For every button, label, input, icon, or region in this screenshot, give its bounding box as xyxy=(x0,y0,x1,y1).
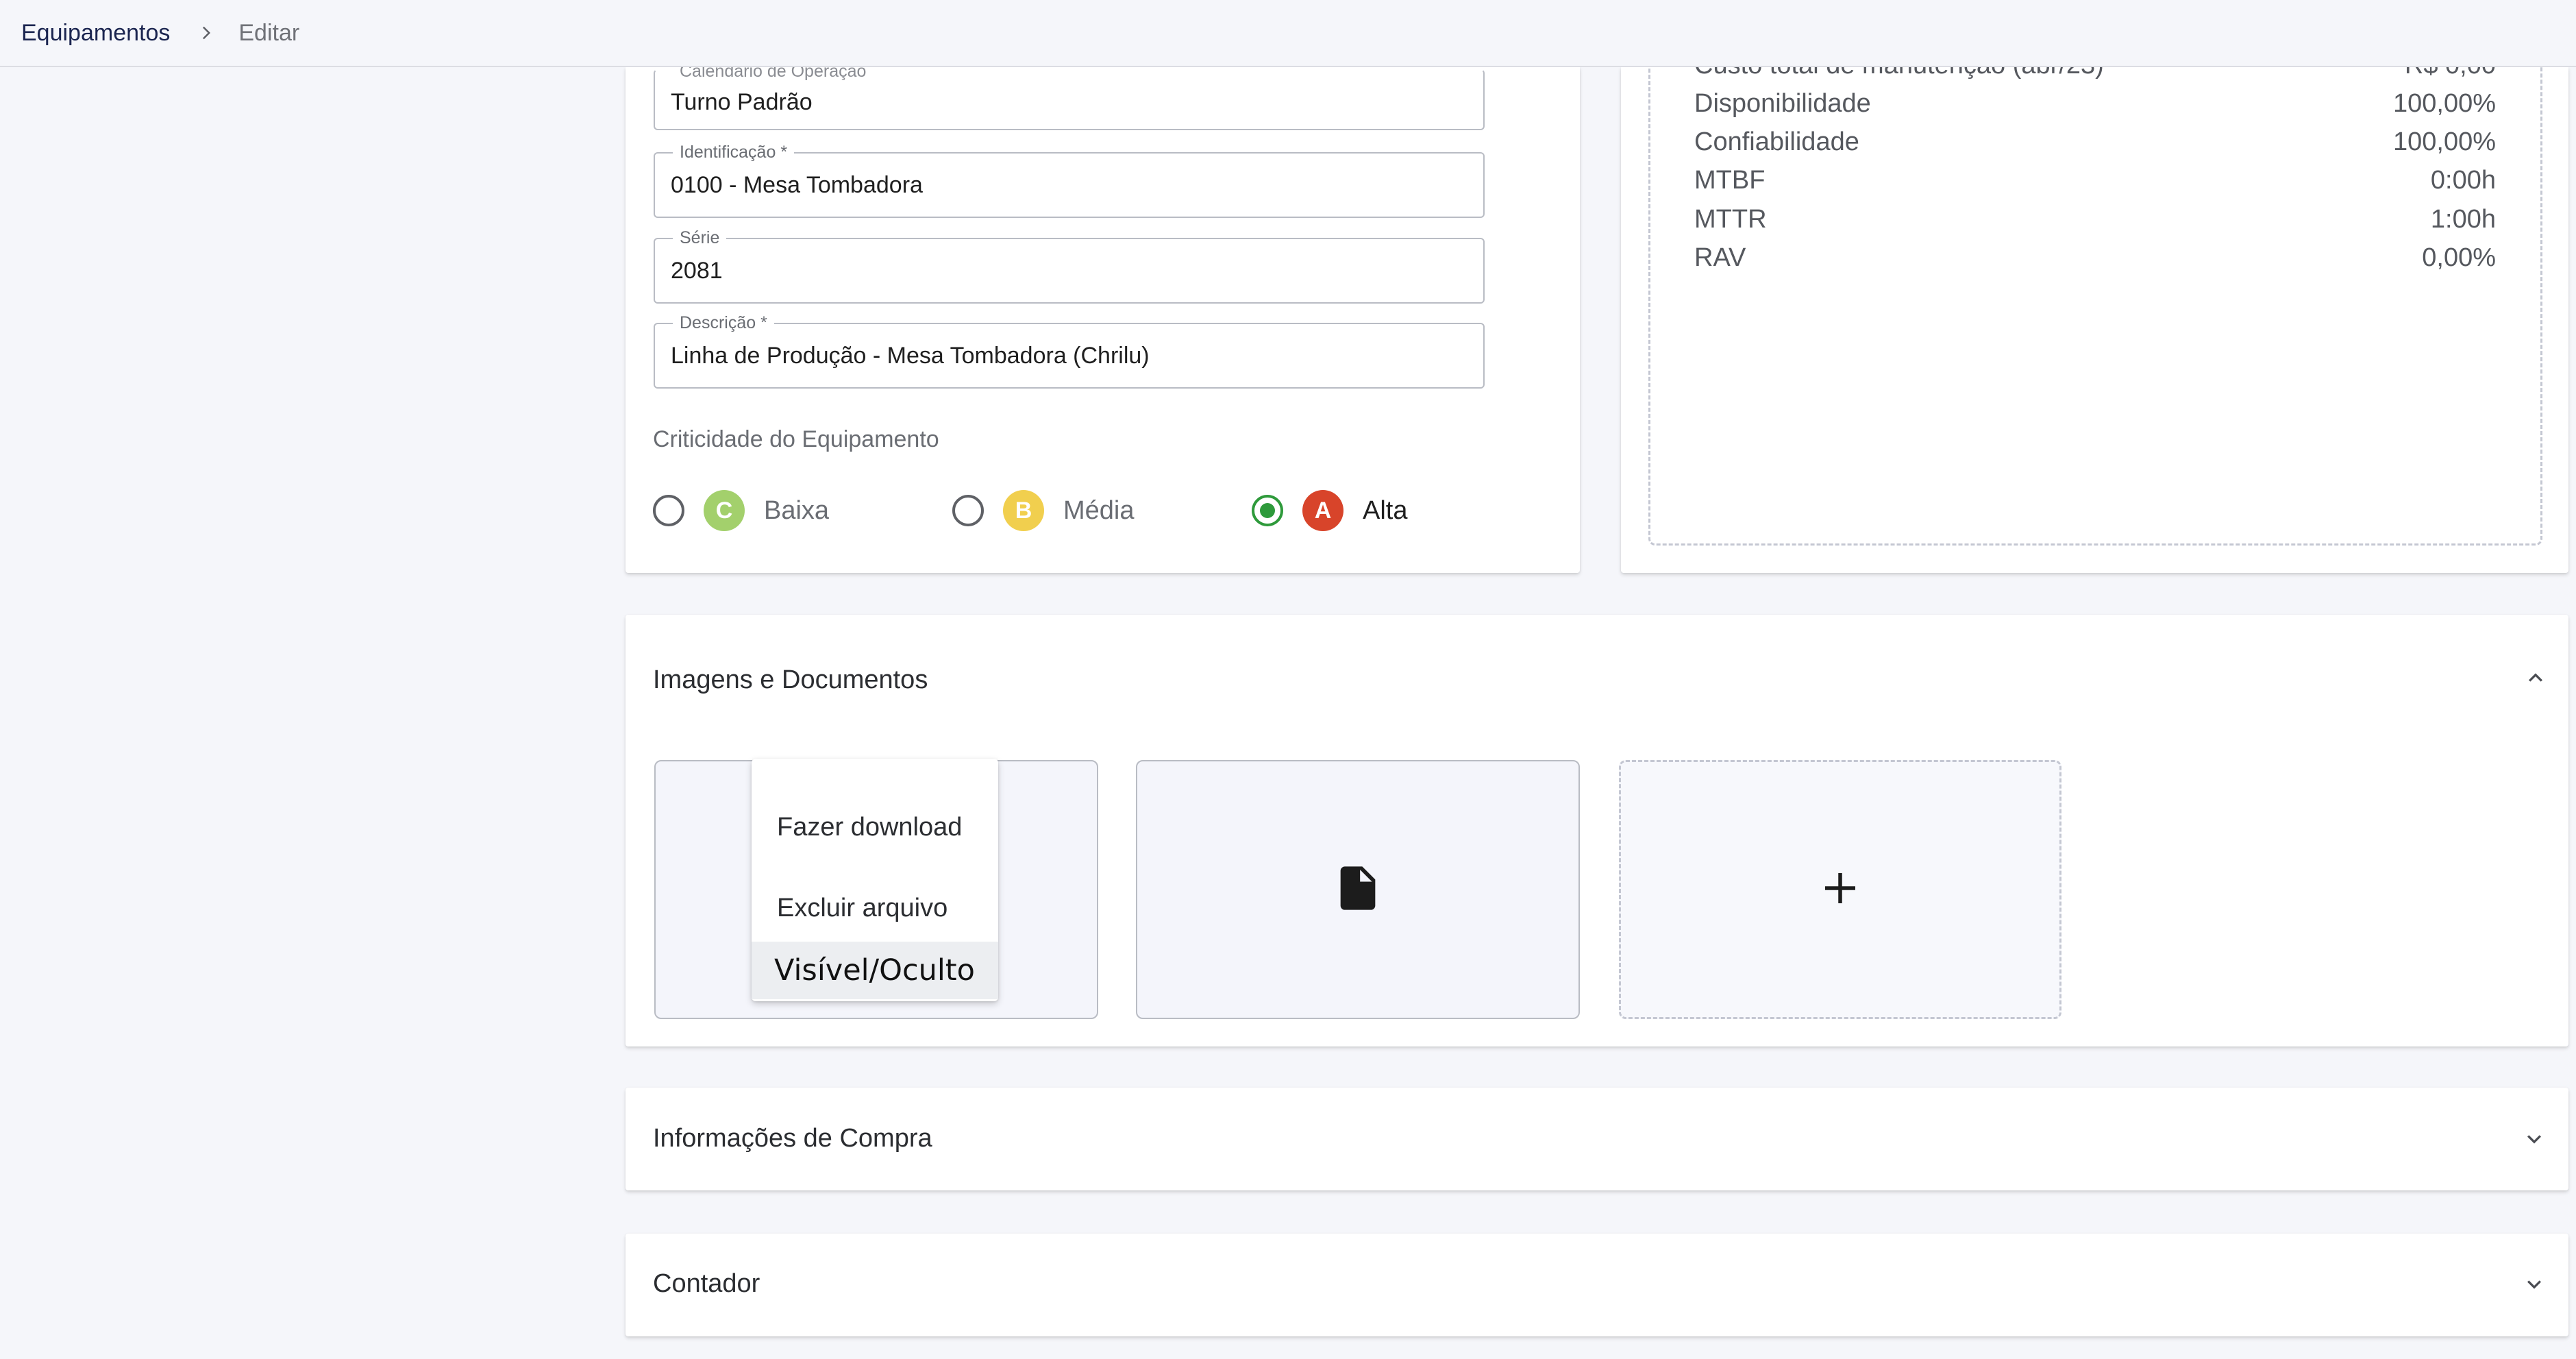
equipment-form-card: Calendário de Operação Turno Padrão Iden… xyxy=(626,61,1580,573)
criticidade-radio-group: C Baixa B Média A Alta xyxy=(653,490,1544,531)
descricao-value: Linha de Produção - Mesa Tombadora (Chri… xyxy=(671,343,1150,369)
breadcrumb-editar: Editar xyxy=(238,19,300,46)
menu-item-download[interactable]: Fazer download xyxy=(752,796,998,858)
kpi-label: RAV xyxy=(1694,243,1746,272)
identificacao-value: 0100 - Mesa Tombadora xyxy=(671,172,923,198)
calendario-field[interactable]: Calendário de Operação Turno Padrão xyxy=(654,61,1485,130)
criticidade-a-badge: A xyxy=(1302,490,1343,531)
kpi-label: Custo total de manutenção (abr/23) xyxy=(1694,67,2104,80)
serie-value: 2081 xyxy=(671,258,723,284)
contador-section-title[interactable]: Contador xyxy=(653,1269,760,1299)
kpi-row-confiabilidade: Confiabilidade 100,00% xyxy=(1694,125,2496,159)
kpi-card: Custo total de manutenção (abr/23) R$ 0,… xyxy=(1621,67,2568,573)
breadcrumb: Equipamentos Editar xyxy=(0,0,2576,67)
compra-section[interactable]: Informações de Compra xyxy=(626,1088,2568,1190)
criticidade-baixa-radio[interactable]: C Baixa xyxy=(653,490,829,531)
criticidade-b-badge: B xyxy=(1003,490,1044,531)
identificacao-field[interactable]: Identificação * 0100 - Mesa Tombadora xyxy=(654,142,1485,218)
kpi-value: R$ 0,00 xyxy=(2405,67,2496,80)
chevron-down-icon[interactable] xyxy=(2521,1125,2548,1153)
criticidade-media-label: Média xyxy=(1063,495,1135,525)
descricao-field[interactable]: Descrição * Linha de Produção - Mesa Tom… xyxy=(654,313,1485,389)
radio-unchecked-icon[interactable] xyxy=(952,495,984,526)
criticidade-alta-radio[interactable]: A Alta xyxy=(1252,490,1407,531)
kpi-row-custo: Custo total de manutenção (abr/23) R$ 0,… xyxy=(1694,67,2496,82)
breadcrumb-equipamentos-link[interactable]: Equipamentos xyxy=(21,20,170,47)
radio-unchecked-icon[interactable] xyxy=(653,495,684,526)
kpi-row-mtbf: MTBF 0:00h xyxy=(1694,163,2496,197)
compra-section-title[interactable]: Informações de Compra xyxy=(653,1124,932,1153)
kpi-label: Disponibilidade xyxy=(1694,88,1871,118)
criticidade-title: Criticidade do Equipamento xyxy=(653,426,939,452)
serie-field[interactable]: Série 2081 xyxy=(654,228,1485,304)
radio-dot xyxy=(1260,503,1275,518)
kpi-value: 100,00% xyxy=(2392,127,2496,156)
docs-section-title[interactable]: Imagens e Documentos xyxy=(653,665,928,695)
kpi-row-rav: RAV 0,00% xyxy=(1694,241,2496,275)
kpi-label: Confiabilidade xyxy=(1694,127,1859,156)
calendario-value: Turno Padrão xyxy=(671,89,813,115)
kpi-value: 100,00% xyxy=(2392,88,2496,118)
menu-item-visivel-oculto[interactable]: Visível/Oculto xyxy=(752,942,998,999)
chevron-right-icon xyxy=(193,19,221,47)
document-tile-2[interactable] xyxy=(1136,760,1580,1019)
kpi-value: 1:00h xyxy=(2430,204,2496,234)
kpi-value: 0:00h xyxy=(2430,165,2496,195)
criticidade-media-radio[interactable]: B Média xyxy=(952,490,1135,531)
chevron-up-icon[interactable] xyxy=(2522,664,2549,691)
add-document-tile[interactable] xyxy=(1619,760,2061,1019)
kpi-row-disponibilidade: Disponibilidade 100,00% xyxy=(1694,86,2496,121)
kpi-label: MTTR xyxy=(1694,204,1767,234)
file-icon xyxy=(1332,862,1384,918)
kpi-label: MTBF xyxy=(1694,165,1766,195)
contador-section[interactable]: Contador xyxy=(626,1234,2568,1336)
file-context-menu: Fazer download Excluir arquivo Visível/O… xyxy=(752,759,998,1001)
plus-icon xyxy=(1818,866,1863,914)
criticidade-alta-label: Alta xyxy=(1363,495,1408,525)
kpi-row-mttr: MTTR 1:00h xyxy=(1694,202,2496,236)
menu-item-excluir[interactable]: Excluir arquivo xyxy=(752,877,998,939)
chevron-down-icon[interactable] xyxy=(2521,1271,2548,1298)
radio-checked-icon[interactable] xyxy=(1252,495,1283,526)
criticidade-c-badge: C xyxy=(704,490,745,531)
kpi-value: 0,00% xyxy=(2422,243,2496,272)
criticidade-baixa-label: Baixa xyxy=(764,495,830,525)
